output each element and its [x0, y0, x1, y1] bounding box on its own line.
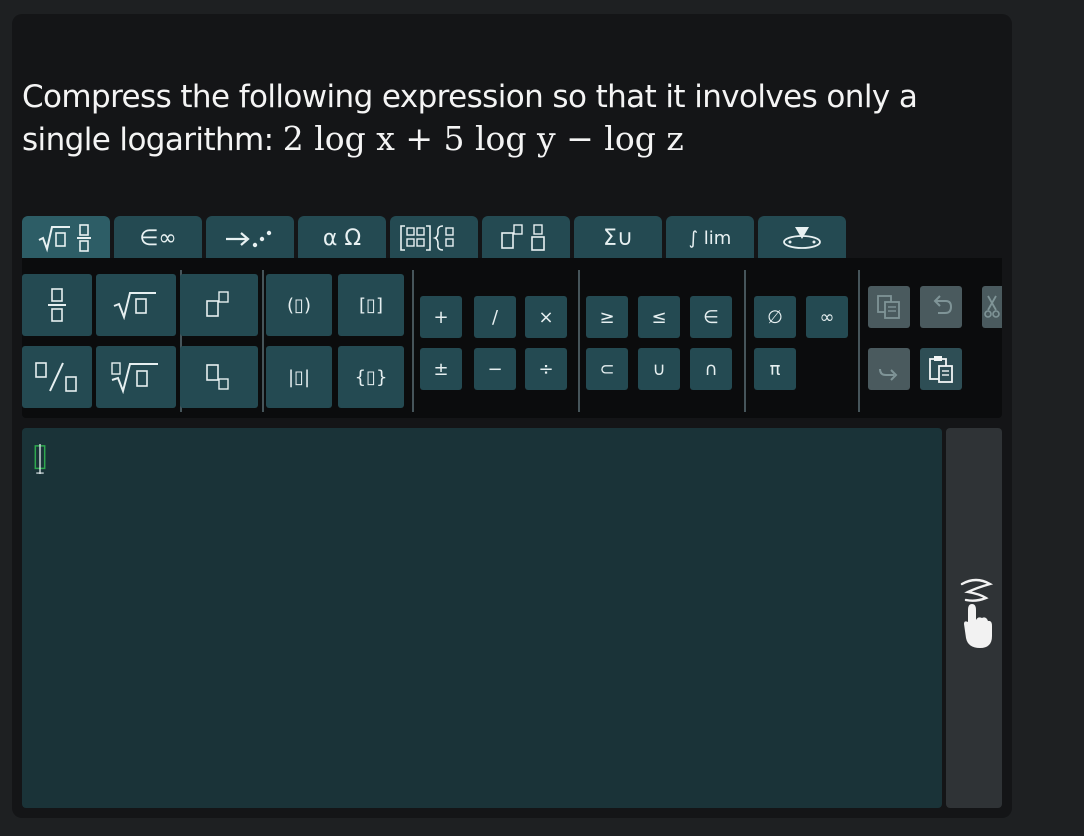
plus-button[interactable]: +	[420, 296, 462, 338]
panel-separator	[858, 270, 860, 412]
infinity-button[interactable]: ∞	[806, 296, 848, 338]
sum-union-icon: Σ∪	[602, 225, 633, 251]
empty-set-button[interactable]: ∅	[754, 296, 796, 338]
tab-keyboard-toggle[interactable]	[758, 216, 846, 260]
absolute-value-button[interactable]: |▯|	[266, 346, 332, 408]
power-icon	[206, 291, 229, 317]
cut-icon	[984, 295, 1000, 318]
text-cursor-icon	[34, 444, 46, 474]
undo-button[interactable]	[920, 286, 962, 328]
power-button[interactable]	[180, 274, 258, 336]
pi-button[interactable]: π	[754, 348, 796, 390]
copy-icon	[877, 295, 900, 319]
question-math: 2 log x + 5 log y − log z	[282, 119, 684, 158]
panel-separator	[412, 270, 414, 412]
keyboard-toggle-icon	[783, 227, 821, 249]
cut-button[interactable]	[982, 286, 1002, 328]
braces-button[interactable]: {▯}	[338, 346, 404, 408]
math-input-area[interactable]	[22, 428, 942, 808]
times-button[interactable]: ×	[525, 296, 567, 338]
nth-root-icon	[111, 362, 158, 394]
less-equal-button[interactable]: ≤	[638, 296, 680, 338]
brackets-button[interactable]: [▯]	[338, 274, 404, 336]
tab-arrows-dots[interactable]	[206, 216, 294, 260]
tab-super-sub[interactable]	[482, 216, 570, 260]
paste-icon	[929, 356, 953, 383]
slash-fraction-button[interactable]	[22, 346, 92, 408]
fraction-button[interactable]	[22, 274, 92, 336]
slash-button[interactable]: /	[474, 296, 516, 338]
panel-separator	[262, 270, 264, 412]
tab-matrix[interactable]	[390, 216, 478, 260]
fraction-icon	[48, 288, 66, 322]
tab-greek[interactable]: α Ω	[298, 216, 386, 260]
sqrt-icon	[113, 292, 156, 320]
redo-icon	[879, 368, 898, 381]
element-of-button[interactable]: ∈	[690, 296, 732, 338]
handwriting-icon	[960, 578, 994, 648]
tab-sets-infinity[interactable]: ∈∞	[114, 216, 202, 260]
tab-roots-fractions[interactable]	[22, 216, 110, 260]
plus-minus-button[interactable]: ±	[420, 348, 462, 390]
divide-button[interactable]: ÷	[525, 348, 567, 390]
slash-fraction-icon	[35, 362, 77, 392]
subscript-icon	[206, 364, 229, 390]
undo-icon	[933, 295, 953, 314]
redo-button[interactable]	[868, 348, 910, 390]
nth-root-button[interactable]	[96, 346, 176, 408]
subscript-button[interactable]	[180, 346, 258, 408]
tab-sum-union[interactable]: Σ∪	[574, 216, 662, 260]
panel-separator	[744, 270, 746, 412]
roots-fractions-icon	[38, 224, 91, 253]
parentheses-button[interactable]: (▯)	[266, 274, 332, 336]
intersection-button[interactable]: ∩	[690, 348, 732, 390]
copy-button[interactable]	[868, 286, 910, 328]
greek-letters-icon: α Ω	[322, 225, 362, 251]
arrows-dots-icon	[226, 230, 272, 248]
union-button[interactable]: ∪	[638, 348, 680, 390]
symbol-panel: (▯) [▯] |▯| {▯} + / × ± − ÷ ≥ ≤ ∈ ⊂ ∪ ∩ …	[22, 258, 1002, 418]
superscript-subscript-icon	[501, 224, 545, 251]
handwriting-panel[interactable]	[946, 428, 1002, 808]
subset-button[interactable]: ⊂	[586, 348, 628, 390]
sets-infinity-icon: ∈∞	[139, 225, 177, 251]
question-text: Compress the following expression so tha…	[22, 76, 982, 161]
panel-separator	[578, 270, 580, 412]
matrix-icon	[400, 225, 454, 251]
integral-limit-icon: ∫ lim	[688, 227, 732, 249]
paste-button[interactable]	[920, 348, 962, 390]
tab-integral-limit[interactable]: ∫ lim	[666, 216, 754, 260]
greater-equal-button[interactable]: ≥	[586, 296, 628, 338]
minus-button[interactable]: −	[474, 348, 516, 390]
sqrt-button[interactable]	[96, 274, 176, 336]
